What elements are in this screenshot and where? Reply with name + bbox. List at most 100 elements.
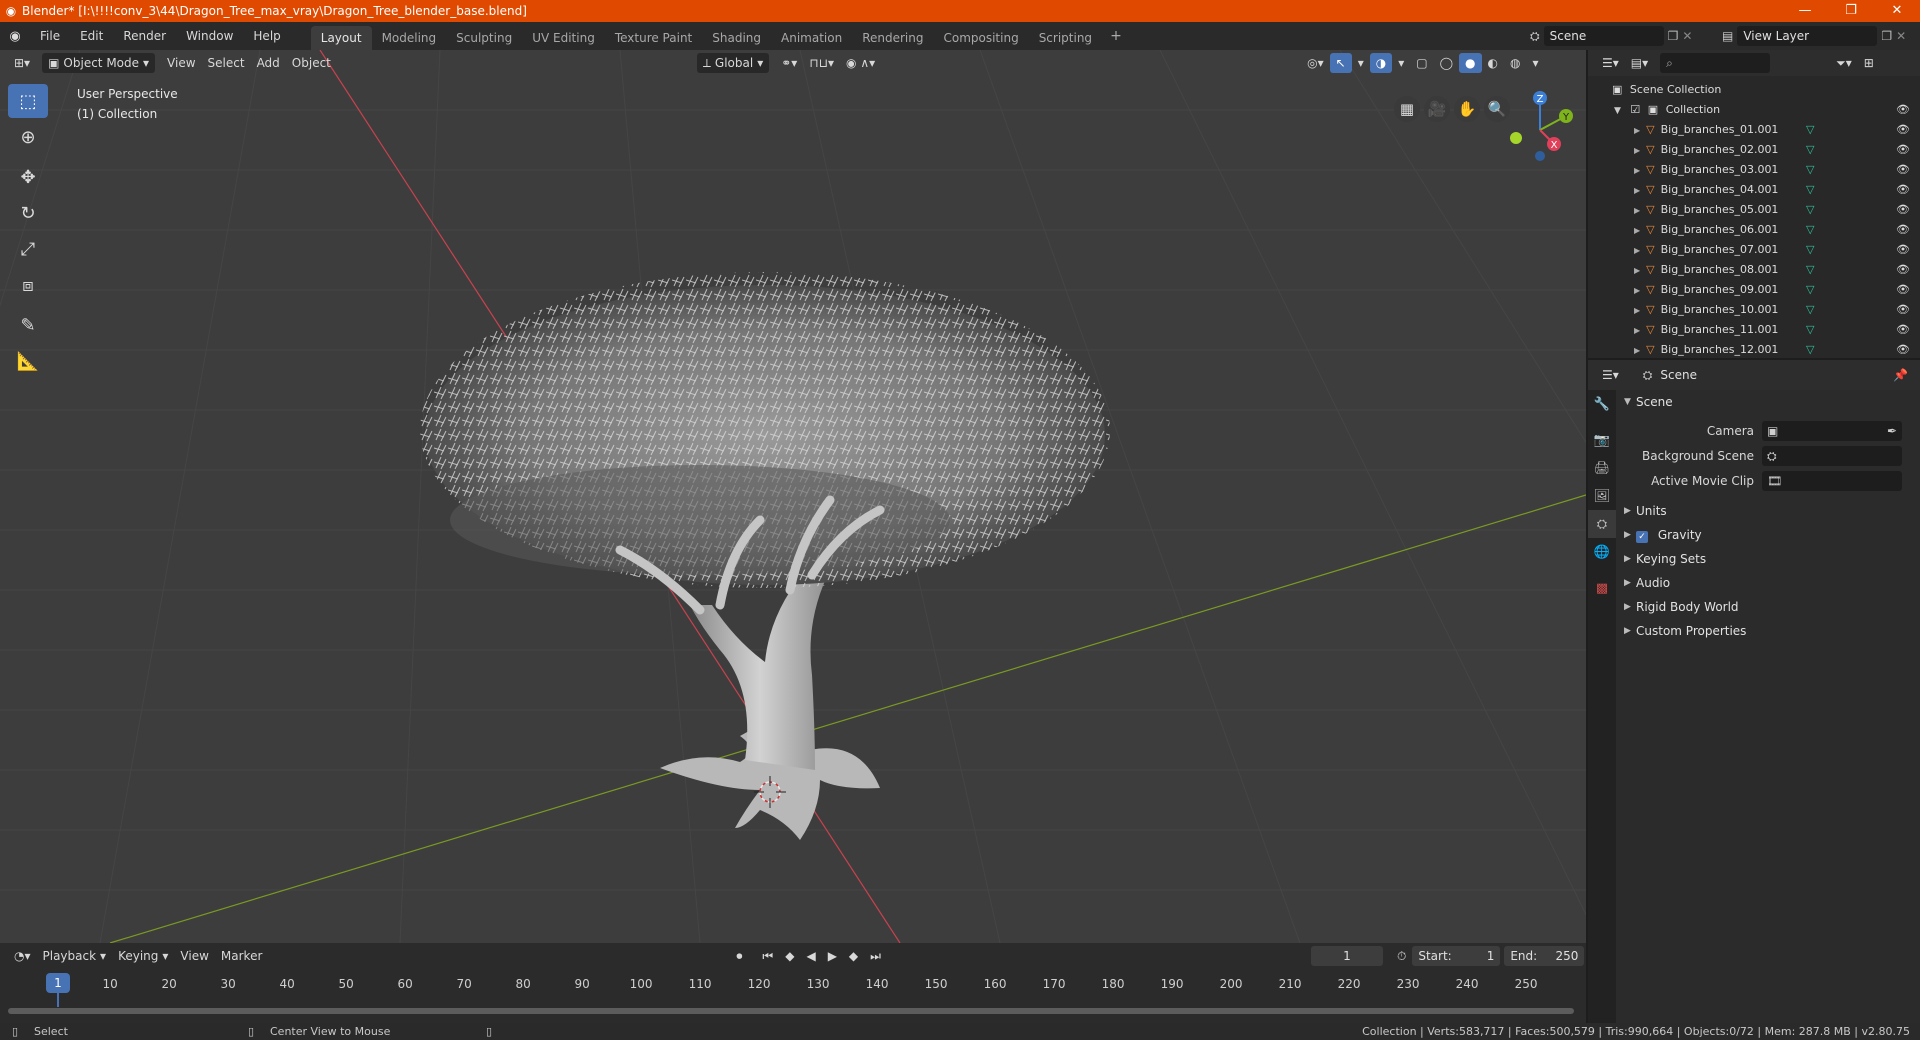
view-layer-selector[interactable]: ▤ View Layer ❐ ✕ <box>1722 25 1918 47</box>
menu-object[interactable]: Object <box>286 53 337 73</box>
menu-render[interactable]: Render <box>113 22 176 50</box>
outliner-object-row[interactable]: ▶ ▽ Big_branches_07.001 ▽ 👁 <box>1588 240 1920 260</box>
tab-uv-editing[interactable]: UV Editing <box>522 26 605 50</box>
world-tab-icon[interactable]: 🌐 <box>1588 538 1616 566</box>
jump-start-icon[interactable]: ⏮ <box>756 946 779 966</box>
active-movie-clip-field[interactable]: 🎞 <box>1762 470 1902 491</box>
pivot-point-icon[interactable]: ⚭▾ <box>775 53 803 73</box>
3d-viewport[interactable]: ⊞▾ ▣ Object Mode ▾ View Select Add Objec… <box>0 50 1586 943</box>
mesh-data-icon[interactable]: ▽ <box>1806 260 1814 280</box>
expand-arrow-icon[interactable]: ▶ <box>1634 306 1640 315</box>
collection-row[interactable]: ▼ ☑ ▣ Collection 👁 <box>1588 100 1920 120</box>
timeline-scrollbar[interactable] <box>8 1008 1574 1014</box>
outliner-object-row[interactable]: ▶ ▽ Big_branches_04.001 ▽ 👁 <box>1588 180 1920 200</box>
mesh-data-icon[interactable]: ▽ <box>1806 200 1814 220</box>
menu-marker[interactable]: Marker <box>215 946 268 966</box>
view-layer-name-field[interactable]: View Layer <box>1737 26 1878 46</box>
outliner-object-row[interactable]: ▶ ▽ Big_branches_11.001 ▽ 👁 <box>1588 320 1920 340</box>
mesh-data-icon[interactable]: ▽ <box>1806 160 1814 180</box>
measure-icon[interactable]: 📐 <box>8 344 48 378</box>
tab-layout[interactable]: Layout <box>310 26 372 50</box>
expand-arrow-icon[interactable]: ▶ <box>1634 126 1640 135</box>
record-icon[interactable]: ⏺ <box>730 946 748 966</box>
outliner-object-row[interactable]: ▶ ▽ Big_branches_01.001 ▽ 👁 <box>1588 120 1920 140</box>
timeline-editor-type-icon[interactable]: ◔▾ <box>8 946 37 966</box>
outliner-object-row[interactable]: ▶ ▽ Big_branches_03.001 ▽ 👁 <box>1588 160 1920 180</box>
menu-playback[interactable]: Playback ▾ <box>37 946 113 966</box>
outliner-object-row[interactable]: ▶ ▽ Big_branches_06.001 ▽ 👁 <box>1588 220 1920 240</box>
axis-gizmo[interactable]: Z Y X <box>1504 86 1584 166</box>
neg-z-axis-icon[interactable] <box>1535 151 1545 161</box>
menu-timeline-view[interactable]: View <box>174 946 214 966</box>
gravity-checkbox[interactable]: ✓ <box>1636 531 1648 543</box>
mesh-data-icon[interactable]: ▽ <box>1806 340 1814 358</box>
texture-tab-icon[interactable]: ▩ <box>1588 574 1616 602</box>
outliner-object-row[interactable]: ▶ ▽ Big_branches_08.001 ▽ 👁 <box>1588 260 1920 280</box>
eye-icon[interactable]: 👁 <box>1896 260 1910 280</box>
menu-edit[interactable]: Edit <box>70 22 113 50</box>
start-frame-field[interactable]: Start: 1 <box>1412 946 1501 966</box>
viewport-scene[interactable] <box>0 50 1586 943</box>
scene-collection-row[interactable]: ▣ Scene Collection <box>1588 80 1920 100</box>
menu-add[interactable]: Add <box>251 53 286 73</box>
view-layer-tab-icon[interactable]: 🖼 <box>1588 482 1616 510</box>
close-button[interactable]: ✕ <box>1874 0 1920 22</box>
visibility-icon[interactable]: ◎▾ <box>1301 53 1330 73</box>
eye-icon[interactable]: 👁 <box>1896 200 1910 220</box>
expand-arrow-icon[interactable]: ▶ <box>1634 146 1640 155</box>
output-tab-icon[interactable]: 🖨 <box>1588 454 1616 482</box>
eye-icon[interactable]: 👁 <box>1896 160 1910 180</box>
expand-arrow-icon[interactable]: ▶ <box>1634 226 1640 235</box>
select-box-icon[interactable]: ⬚ <box>8 84 48 118</box>
outliner-object-row[interactable]: ▶ ▽ Big_branches_02.001 ▽ 👁 <box>1588 140 1920 160</box>
eye-icon[interactable]: 👁 <box>1896 120 1910 140</box>
material-shading-icon[interactable]: ◐ <box>1482 53 1504 73</box>
mesh-data-icon[interactable]: ▽ <box>1806 140 1814 160</box>
background-scene-field[interactable]: ⛭ <box>1762 445 1902 466</box>
expand-arrow-icon[interactable]: ▶ <box>1634 186 1640 195</box>
remove-scene-icon[interactable]: ✕ <box>1682 29 1692 43</box>
toggle-grid-icon[interactable]: ▦ <box>1394 96 1420 122</box>
transform-icon[interactable]: ⧈ <box>8 268 48 302</box>
editor-type-icon[interactable]: ⊞▾ <box>8 53 36 73</box>
current-frame-field[interactable]: 1 <box>1310 946 1383 966</box>
tool-tab-icon[interactable]: 🔧 <box>1588 390 1616 418</box>
scene-selector[interactable]: ⛭ Scene ❐ ✕ <box>1530 25 1710 47</box>
new-view-layer-icon[interactable]: ❐ <box>1881 29 1892 43</box>
camera-field[interactable]: ▣ ✒ <box>1762 420 1902 441</box>
menu-file[interactable]: File <box>30 22 70 50</box>
maximize-button[interactable]: ❐ <box>1828 0 1874 22</box>
eye-icon[interactable]: 👁 <box>1896 300 1910 320</box>
new-collection-icon[interactable]: ⊞ <box>1858 53 1880 73</box>
overlay-dropdown-icon[interactable]: ▾ <box>1392 53 1410 73</box>
menu-view[interactable]: View <box>161 53 201 73</box>
expand-arrow-icon[interactable]: ▶ <box>1634 286 1640 295</box>
expand-arrow-icon[interactable]: ▶ <box>1634 206 1640 215</box>
pin-icon[interactable]: 📌 <box>1893 368 1908 382</box>
overlay-toggle-icon[interactable]: ◑ <box>1369 53 1393 73</box>
expand-arrow-icon[interactable]: ▶ <box>1634 346 1640 355</box>
render-tab-icon[interactable]: 📷 <box>1588 426 1616 454</box>
scene-panel-header[interactable]: ▼ Scene <box>1616 390 1920 414</box>
tab-sculpting[interactable]: Sculpting <box>446 26 522 50</box>
gravity-panel-header[interactable]: ▶ ✓ Gravity <box>1616 523 1920 547</box>
proportional-editing-icon[interactable]: ◉ ∧▾ <box>840 53 881 73</box>
tab-compositing[interactable]: Compositing <box>933 26 1028 50</box>
eye-icon[interactable]: 👁 <box>1896 240 1910 260</box>
tab-scripting[interactable]: Scripting <box>1029 26 1102 50</box>
shading-dropdown-icon[interactable]: ▾ <box>1526 53 1544 73</box>
mesh-data-icon[interactable]: ▽ <box>1806 320 1814 340</box>
dragon-tree-model[interactable] <box>420 272 1110 840</box>
new-scene-icon[interactable]: ❐ <box>1668 29 1679 43</box>
menu-select[interactable]: Select <box>202 53 251 73</box>
gizmo-dropdown-icon[interactable]: ▾ <box>1352 53 1370 73</box>
eye-icon[interactable]: 👁 <box>1896 340 1910 358</box>
mode-selector[interactable]: ▣ Object Mode ▾ <box>42 53 156 73</box>
jump-end-icon[interactable]: ⏭ <box>864 946 887 966</box>
custom-properties-panel-header[interactable]: ▶ Custom Properties <box>1616 619 1920 643</box>
rendered-shading-icon[interactable]: ◍ <box>1504 53 1526 73</box>
scale-icon[interactable]: ⤢ <box>8 232 48 266</box>
jump-keyframe-back-icon[interactable]: ◆ <box>779 946 800 966</box>
display-mode-icon[interactable]: ▤▾ <box>1625 53 1654 73</box>
mesh-data-icon[interactable]: ▽ <box>1806 120 1814 140</box>
